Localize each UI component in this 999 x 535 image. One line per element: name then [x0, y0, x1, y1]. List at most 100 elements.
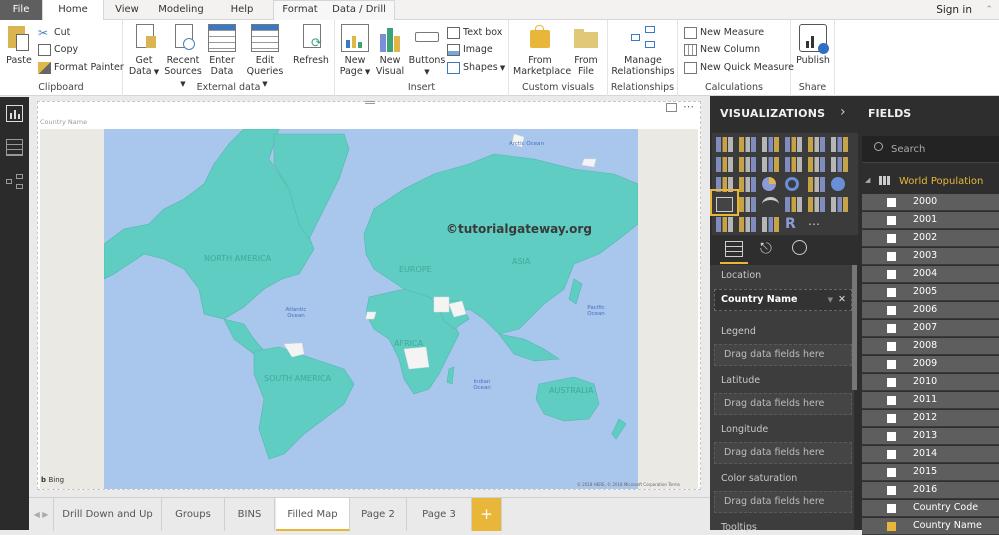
checkbox-icon[interactable]	[887, 252, 896, 261]
checkbox-icon[interactable]	[887, 216, 896, 225]
checkbox-icon[interactable]	[887, 504, 896, 513]
focus-mode-icon[interactable]	[666, 103, 677, 112]
page-tab-page-3[interactable]: Page 3	[407, 498, 472, 531]
color-saturation-well-dropzone[interactable]: Drag data fields here	[714, 491, 852, 513]
table-icon[interactable]	[739, 217, 756, 232]
checkbox-icon[interactable]	[887, 324, 896, 333]
field-item[interactable]: 2004	[862, 266, 999, 283]
page-tab-bins[interactable]: BINS	[225, 498, 275, 531]
field-item[interactable]: 2008	[862, 338, 999, 355]
paste-button[interactable]: Paste	[4, 24, 34, 66]
tab-data-drill[interactable]: Data / Drill	[328, 0, 390, 20]
field-item[interactable]: Country Code	[862, 500, 999, 517]
100-stacked-bar-icon[interactable]	[808, 137, 825, 152]
sign-in-link[interactable]: Sign in	[936, 0, 972, 20]
checkbox-icon[interactable]	[887, 270, 896, 279]
fields-tab-icon[interactable]	[725, 241, 743, 257]
multi-row-card-icon[interactable]	[808, 197, 825, 212]
tab-view[interactable]: View	[104, 0, 150, 20]
image-button[interactable]: Image	[447, 42, 493, 58]
from-marketplace-button[interactable]: From Marketplace	[513, 24, 571, 77]
field-item[interactable]: 2000	[862, 194, 999, 211]
clustered-column-icon[interactable]	[785, 137, 802, 152]
ribbon-chart-icon[interactable]	[831, 157, 848, 172]
tab-modeling[interactable]: Modeling	[150, 0, 212, 20]
tab-format[interactable]: Format	[277, 0, 323, 20]
slicer-icon[interactable]	[716, 217, 733, 232]
r-visual-icon[interactable]: R	[785, 217, 802, 232]
format-painter-button[interactable]: Format Painter	[38, 60, 124, 76]
new-measure-button[interactable]: New Measure	[684, 25, 764, 41]
checkbox-icon[interactable]	[887, 306, 896, 315]
longitude-well-dropzone[interactable]: Drag data fields here	[714, 442, 852, 464]
checkbox-icon[interactable]	[887, 396, 896, 405]
copy-button[interactable]: Copy	[38, 42, 78, 58]
page-tab-page-2[interactable]: Page 2	[350, 498, 407, 531]
checkbox-icon[interactable]	[887, 468, 896, 477]
new-visual-button[interactable]: New Visual	[375, 24, 405, 77]
buttons-button[interactable]: Buttons ▼	[407, 24, 447, 78]
report-view-icon[interactable]	[6, 105, 23, 122]
map-icon[interactable]	[831, 177, 845, 191]
field-item[interactable]: 2007	[862, 320, 999, 337]
location-well-field[interactable]: Country Name ▼ ✕	[714, 289, 852, 311]
field-item[interactable]: 2014	[862, 446, 999, 463]
clustered-bar-icon[interactable]	[762, 137, 779, 152]
checkbox-icon[interactable]	[887, 414, 896, 423]
treemap-icon[interactable]	[808, 177, 825, 192]
field-item[interactable]: 2015	[862, 464, 999, 481]
collapse-ribbon-icon[interactable]: ⌃	[985, 0, 993, 20]
map-area[interactable]: NORTH AMERICA SOUTH AMERICA EUROPE AFRIC…	[104, 129, 638, 489]
refresh-button[interactable]: ⟳ Refresh	[293, 24, 329, 66]
field-item[interactable]: 2001	[862, 212, 999, 229]
data-view-icon[interactable]	[6, 139, 23, 156]
field-item[interactable]: 2012	[862, 410, 999, 427]
donut-chart-icon[interactable]	[785, 177, 799, 191]
field-item[interactable]: Country Name	[862, 518, 999, 535]
scatter-icon[interactable]	[739, 177, 756, 192]
more-options-icon[interactable]: ⋯	[683, 100, 695, 113]
shapes-button[interactable]: Shapes ▼	[447, 60, 505, 76]
page-tab-groups[interactable]: Groups	[162, 498, 225, 531]
stacked-bar-icon[interactable]	[716, 137, 733, 152]
field-item[interactable]: 2002	[862, 230, 999, 247]
stacked-column-icon[interactable]	[739, 137, 756, 152]
visual-drag-handle[interactable]	[365, 101, 375, 104]
field-item[interactable]: 2010	[862, 374, 999, 391]
get-data-button[interactable]: Get Data ▼	[127, 24, 161, 78]
recent-sources-button[interactable]: Recent Sources ▼	[163, 24, 203, 90]
cut-button[interactable]: ✂ Cut	[38, 25, 70, 41]
page-scroll-arrows[interactable]: ◀ ▶	[29, 498, 54, 531]
new-column-button[interactable]: New Column	[684, 42, 760, 58]
field-item[interactable]: 2011	[862, 392, 999, 409]
tab-file[interactable]: File	[0, 0, 42, 20]
funnel-icon[interactable]	[739, 197, 756, 212]
checkbox-icon[interactable]	[887, 378, 896, 387]
checkbox-icon[interactable]	[887, 432, 896, 441]
field-item[interactable]: 2009	[862, 356, 999, 373]
text-box-button[interactable]: Text box	[447, 25, 502, 41]
page-tab-drill-down[interactable]: Drill Down and Up	[54, 498, 162, 531]
pie-chart-icon[interactable]	[762, 177, 776, 191]
field-item[interactable]: 2006	[862, 302, 999, 319]
field-item[interactable]: 2016	[862, 482, 999, 499]
legend-well-dropzone[interactable]: Drag data fields here	[714, 344, 852, 366]
gauge-icon[interactable]	[762, 197, 779, 212]
line-chart-icon[interactable]	[716, 157, 733, 172]
fields-search-input[interactable]	[862, 136, 999, 163]
checkbox-icon[interactable]	[887, 288, 896, 297]
from-file-button[interactable]: From File	[571, 24, 601, 77]
new-page-button[interactable]: New Page ▼	[339, 24, 371, 78]
edit-queries-button[interactable]: Edit Queries ▼	[245, 24, 285, 90]
collapse-pane-chevron-icon[interactable]: ›	[840, 104, 846, 120]
card-icon[interactable]	[785, 197, 802, 212]
checkbox-icon[interactable]	[887, 360, 896, 369]
matrix-icon[interactable]	[762, 217, 779, 232]
tab-home[interactable]: Home	[42, 0, 104, 21]
new-quick-measure-button[interactable]: New Quick Measure	[684, 60, 794, 76]
area-chart-icon[interactable]	[739, 157, 756, 172]
more-visuals-icon[interactable]: ⋯	[808, 217, 825, 232]
model-view-icon[interactable]	[6, 174, 23, 191]
stacked-area-icon[interactable]	[762, 157, 779, 172]
field-dropdown-icon[interactable]: ▼	[828, 290, 833, 310]
